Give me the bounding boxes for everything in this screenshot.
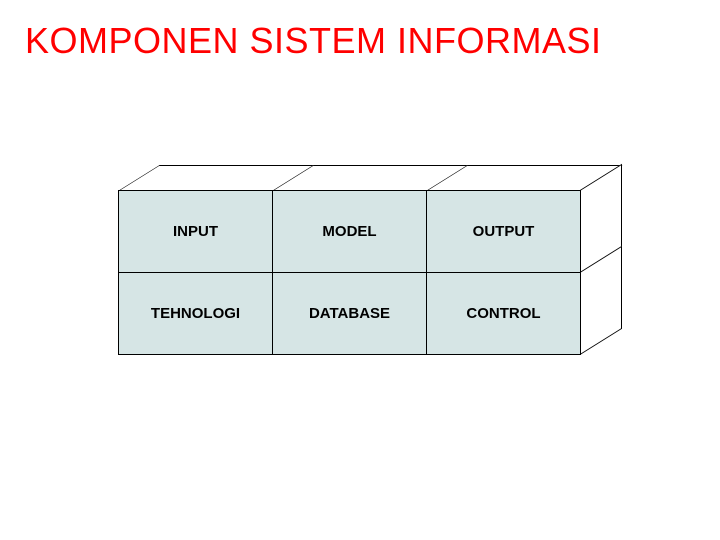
slide-title: KOMPONEN SISTEM INFORMASI (25, 20, 602, 62)
cell-control: CONTROL (426, 272, 581, 355)
cell-tehnologi: TEHNOLOGI (118, 272, 273, 355)
cell-database: DATABASE (272, 272, 427, 355)
cell-output: OUTPUT (426, 190, 581, 273)
cell-input: INPUT (118, 190, 273, 273)
cell-model: MODEL (272, 190, 427, 273)
